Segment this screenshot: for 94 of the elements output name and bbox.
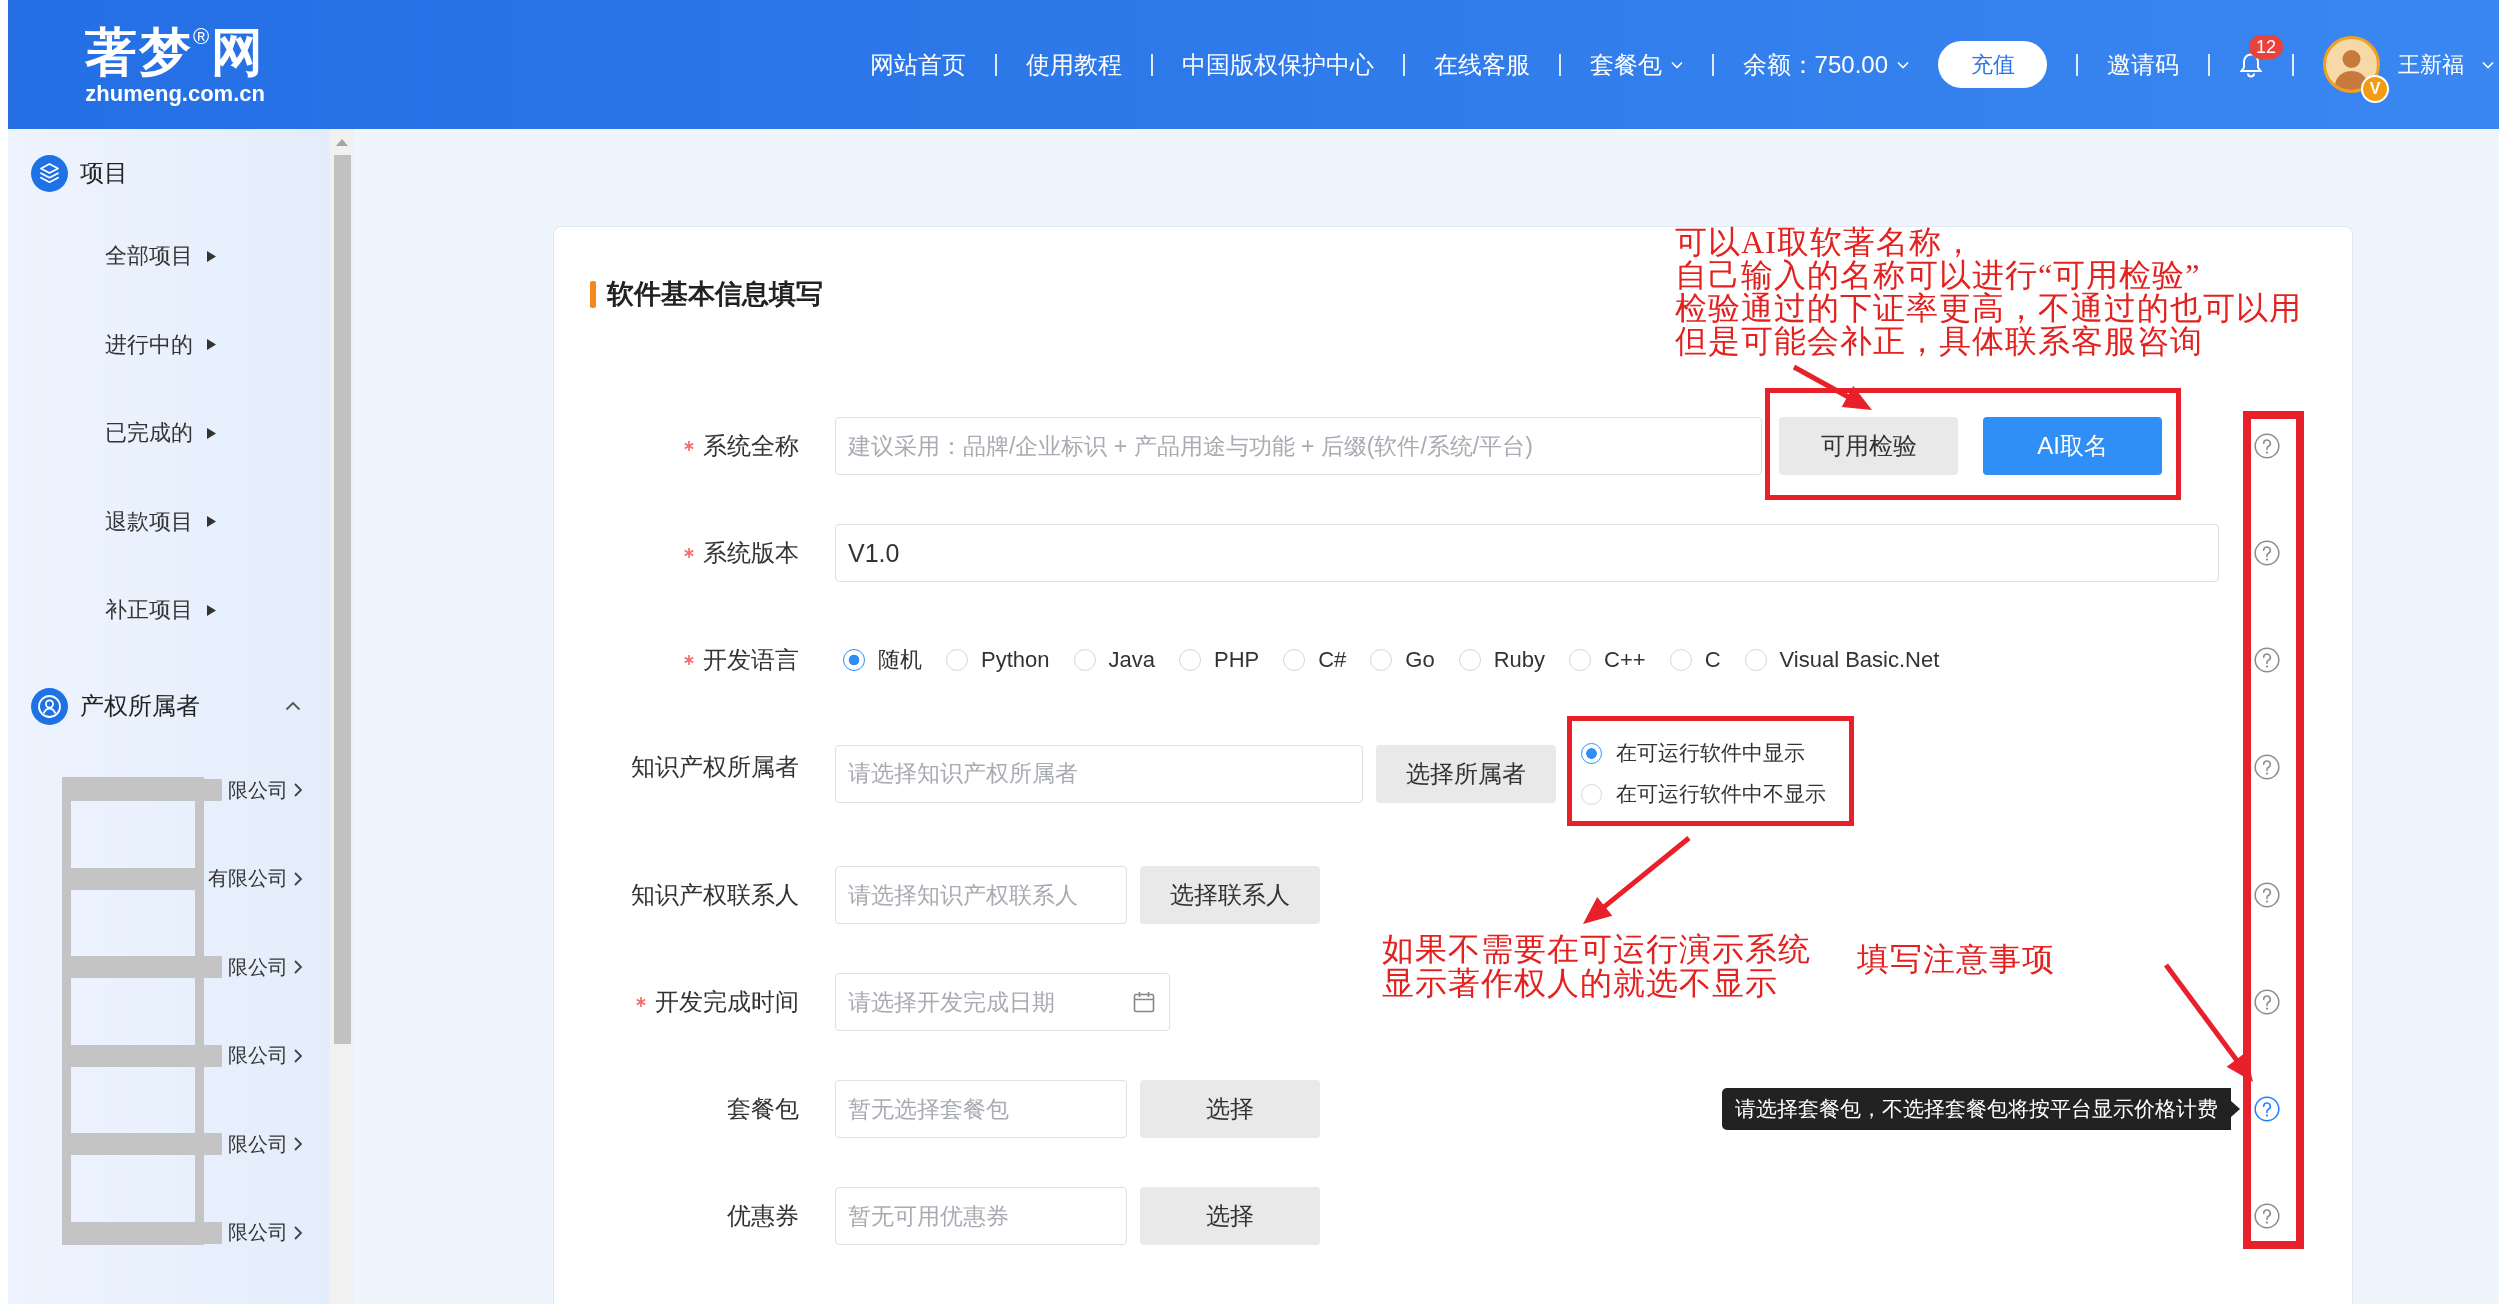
field-label: 系统版本 — [703, 538, 799, 568]
help-icon[interactable] — [2254, 1203, 2280, 1229]
select-button[interactable]: 选择联系人 — [1140, 866, 1320, 924]
nav-link[interactable]: 中国版权保护中心 — [1181, 48, 1374, 81]
radio-option[interactable]: 随机 — [843, 645, 922, 675]
nav-link[interactable]: 套餐包 — [1589, 48, 1683, 81]
scrollbar-thumb[interactable] — [333, 155, 351, 1044]
radio-option[interactable]: Go — [1370, 647, 1435, 673]
sidebar-item[interactable]: 已完成的 — [8, 409, 330, 457]
scrollbar[interactable] — [330, 129, 354, 1304]
bell-icon[interactable] — [2239, 51, 2263, 78]
radio-option[interactable]: 在可运行软件中不显示 — [1581, 779, 1826, 809]
field-label: 套餐包 — [727, 1094, 799, 1124]
sidebar-item[interactable]: 限公司 — [8, 1120, 330, 1168]
field-label: 系统全称 — [703, 431, 799, 461]
sidebar-item[interactable]: 补正项目 — [8, 586, 330, 634]
select-button[interactable]: 选择 — [1140, 1080, 1320, 1138]
caret-down-icon[interactable] — [2482, 60, 2494, 69]
secondary-button[interactable]: 可用检验 — [1779, 417, 1958, 475]
logo-text: 著梦$^{®}$网 — [85, 22, 266, 81]
nav-link[interactable]: 使用教程 — [1025, 48, 1122, 81]
sidebar-item[interactable]: 有限公司 — [8, 854, 330, 903]
user-name[interactable]: 王新福 — [2398, 49, 2464, 80]
help-icon[interactable] — [2254, 989, 2280, 1015]
annotation-note: 可以AI取软著名称， 自己输入的名称可以进行“可用检验” 检验通过的下证率更高，不通过的也可以用 但是可能会补正，具体联系客服咨询 — [1675, 226, 2302, 358]
help-icon[interactable] — [2254, 882, 2280, 908]
sidebar-item[interactable]: 限公司 — [8, 1031, 330, 1080]
sidebar-item[interactable]: 限公司 — [8, 1208, 330, 1257]
sidebar-section-header[interactable]: 项目 — [8, 148, 330, 198]
triangle-right-icon — [207, 427, 216, 439]
help-icon[interactable] — [2254, 754, 2280, 780]
chevron-right-icon — [293, 1136, 303, 1152]
avatar[interactable] — [2323, 36, 2380, 93]
select-button[interactable]: 选择 — [1140, 1187, 1320, 1245]
field-label: 知识产权所属者 — [631, 752, 799, 782]
help-icon[interactable] — [2254, 433, 2280, 459]
sidebar-item[interactable]: 进行中的 — [8, 320, 330, 369]
sidebar-item[interactable]: 退款项目 — [8, 497, 330, 546]
form-title: 软件基本信息填写 — [607, 278, 823, 311]
radio-option[interactable]: C — [1669, 647, 1721, 673]
tooltip: 请选择套餐包，不选择套餐包将按平台显示价格计费 — [1722, 1088, 2240, 1130]
radio-option[interactable]: Visual Basic.Net — [1744, 647, 1940, 673]
input-field[interactable]: V1.0 — [835, 524, 2219, 582]
field-label: 开发语言 — [703, 645, 799, 675]
input-field[interactable]: 请选择知识产权联系人 — [835, 866, 1127, 924]
vip-badge: V — [2361, 75, 2389, 103]
chevron-right-icon — [293, 870, 303, 887]
chevron-right-icon — [293, 959, 303, 975]
radio-option[interactable]: C++ — [1569, 647, 1646, 673]
input-field[interactable]: 建议采用：品牌/企业标识 + 产品用途与功能 + 后缀(软件/系统/平台) — [835, 417, 1762, 475]
radio-button[interactable] — [843, 649, 865, 671]
annotation-note: 填写注意事项 — [1857, 942, 2055, 976]
scroll-up-icon[interactable] — [336, 138, 348, 146]
title-marker-icon — [590, 280, 596, 308]
radio-option[interactable]: Python — [946, 647, 1050, 673]
field-label: 优惠券 — [727, 1201, 799, 1231]
radio-option[interactable]: Ruby — [1458, 647, 1546, 673]
sidebar-section-header[interactable]: 产权所属者 — [8, 681, 330, 731]
user-icon — [31, 687, 68, 725]
nav-link[interactable]: 在线客服 — [1433, 48, 1530, 81]
select-button[interactable]: 选择所属者 — [1376, 744, 1556, 803]
logo-domain: zhumeng.com.cn — [85, 80, 265, 107]
nav-link[interactable]: 余额：750.00 — [1742, 48, 1909, 81]
recharge-button[interactable]: 充值 — [1938, 41, 2047, 88]
sidebar-item[interactable]: 限公司 — [8, 943, 330, 991]
help-icon[interactable] — [2254, 647, 2280, 673]
triangle-right-icon — [207, 516, 216, 527]
annotation-note: 如果不需要在可运行演示系统 显示著作权人的就选不显示 — [1382, 932, 1811, 1000]
chevron-right-icon — [293, 782, 303, 798]
notification-badge: 12 — [2249, 34, 2284, 59]
triangle-right-icon — [207, 604, 216, 616]
nav-link[interactable]: 网站首页 — [869, 48, 966, 81]
triangle-right-icon — [207, 250, 216, 262]
sidebar-item[interactable]: 限公司 — [8, 766, 330, 814]
field-label: 开发完成时间 — [655, 987, 799, 1017]
radio-option[interactable]: C# — [1283, 647, 1347, 673]
radio-option[interactable]: PHP — [1179, 647, 1260, 673]
chevron-right-icon — [293, 1047, 303, 1064]
calendar-icon[interactable] — [1132, 990, 1156, 1014]
help-icon[interactable] — [2254, 1096, 2280, 1122]
field-label: 知识产权联系人 — [631, 880, 799, 910]
chevron-right-icon — [293, 1224, 303, 1241]
input-field[interactable]: 暂无可用优惠券 — [835, 1187, 1127, 1245]
triangle-right-icon — [207, 339, 216, 350]
help-icon[interactable] — [2254, 540, 2280, 566]
sidebar-item[interactable]: 全部项目 — [8, 232, 330, 280]
radio-button[interactable] — [1581, 742, 1602, 764]
input-field[interactable]: 暂无选择套餐包 — [835, 1080, 1127, 1138]
layers-icon — [31, 154, 68, 192]
date-field[interactable]: 请选择开发完成日期 — [835, 973, 1170, 1031]
invite-link[interactable]: 邀请码 — [2107, 48, 2179, 81]
input-field[interactable]: 请选择知识产权所属者 — [835, 744, 1363, 803]
radio-option[interactable]: Java — [1073, 647, 1155, 673]
radio-option[interactable]: 在可运行软件中显示 — [1581, 738, 1826, 768]
